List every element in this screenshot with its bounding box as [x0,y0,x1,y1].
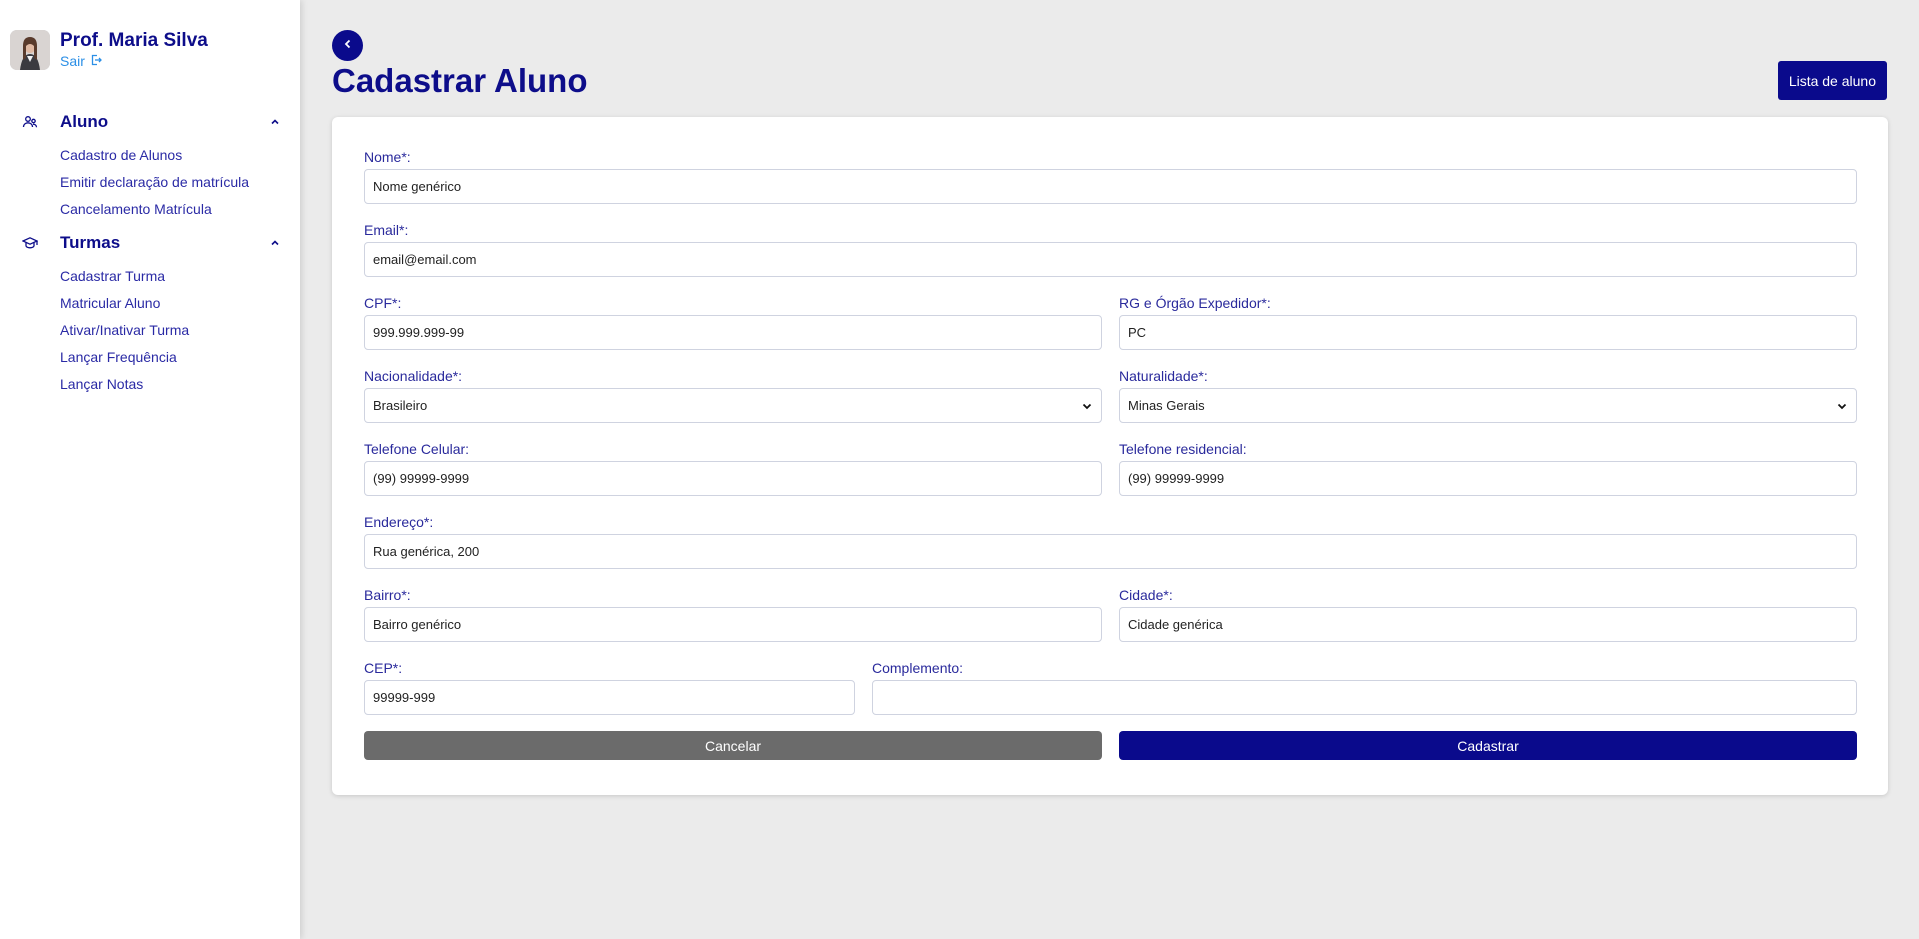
user-profile: Prof. Maria Silva Sair [10,30,208,71]
nav-group-turmas-title: Turmas [60,233,121,252]
naturalidade-select[interactable]: Minas Gerais [1119,388,1857,423]
nav-group-aluno-header[interactable]: Aluno [20,110,282,134]
nav-item-lancar-notas[interactable]: Lançar Notas [60,371,282,398]
users-icon [20,112,40,132]
nav-item-ativar-inativar-turma[interactable]: Ativar/Inativar Turma [60,317,282,344]
bairro-label: Bairro*: [364,587,411,603]
cidade-label: Cidade*: [1119,587,1173,603]
nav-group-turmas: Turmas Cadastrar Turma Matricular Aluno … [20,231,282,398]
nacionalidade-value: Brasileiro [373,398,428,413]
user-name: Prof. Maria Silva [60,30,208,51]
naturalidade-value: Minas Gerais [1128,398,1205,413]
cep-input[interactable]: 99999-999 [364,680,855,715]
nav-group-turmas-header[interactable]: Turmas [20,231,282,255]
rg-input[interactable]: PC [1119,315,1857,350]
nav-group-turmas-items: Cadastrar Turma Matricular Aluno Ativar/… [60,263,282,398]
cep-label: CEP*: [364,660,403,676]
complemento-input[interactable] [872,680,1857,715]
chevron-up-icon [268,236,282,250]
endereco-input[interactable]: Rua genérica, 200 [364,534,1857,569]
logout-icon [90,52,102,70]
nav-item-lancar-frequencia[interactable]: Lançar Frequência [60,344,282,371]
avatar [10,30,50,70]
nome-label: Nome*: [364,149,411,165]
nome-input[interactable]: Nome genérico [364,169,1857,204]
nacionalidade-select[interactable]: Brasileiro [364,388,1102,423]
nacionalidade-label: Nacionalidade*: [364,368,463,384]
student-list-button[interactable]: Lista de aluno [1777,61,1887,100]
residencial-input[interactable]: (99) 99999-9999 [1119,461,1857,496]
nav-item-cadastrar-turma[interactable]: Cadastrar Turma [60,263,282,290]
celular-input[interactable]: (99) 99999-9999 [364,461,1102,496]
cpf-input[interactable]: 999.999.999-99 [364,315,1102,350]
nav-item-cancelamento-matricula[interactable]: Cancelamento Matrícula [60,196,282,223]
complemento-label: Complemento: [872,660,964,676]
submit-button[interactable]: Cadastrar [1119,731,1857,760]
celular-label: Telefone Celular: [364,441,470,457]
cpf-label: CPF*: [364,295,402,311]
nav-item-cadastro-alunos[interactable]: Cadastro de Alunos [60,142,282,169]
chevron-down-icon [1081,400,1093,412]
nav-group-aluno: Aluno Cadastro de Alunos Emitir declaraç… [20,110,282,223]
cancel-button[interactable]: Cancelar [364,731,1102,760]
endereco-label: Endereço*: [364,514,434,530]
sidebar: Prof. Maria Silva Sair Aluno Cadastro de… [0,0,300,939]
nav-group-aluno-title: Aluno [60,112,109,131]
nav-group-aluno-items: Cadastro de Alunos Emitir declaração de … [60,142,282,223]
bairro-input[interactable]: Bairro genérico [364,607,1102,642]
chevron-up-icon [268,115,282,129]
email-input[interactable]: email@email.com [364,242,1857,277]
nav-item-matricular-aluno[interactable]: Matricular Aluno [60,290,282,317]
residencial-label: Telefone residencial: [1119,441,1247,457]
logout-link[interactable]: Sair [60,52,102,70]
logout-label: Sair [60,53,85,69]
nav-item-emitir-declaracao[interactable]: Emitir declaração de matrícula [60,169,282,196]
chevron-down-icon [1836,400,1848,412]
naturalidade-label: Naturalidade*: [1119,368,1208,384]
chevron-left-icon [342,37,354,55]
cidade-input[interactable]: Cidade genérica [1119,607,1857,642]
student-form: Nome*: Nome genérico Email*: email@email… [364,147,1857,760]
email-label: Email*: [364,222,409,238]
graduation-cap-icon [20,233,40,253]
page-title: Cadastrar Aluno [332,62,588,99]
rg-label: RG e Órgão Expedidor*: [1119,295,1271,311]
back-button[interactable] [332,30,363,61]
form-card: Nome*: Nome genérico Email*: email@email… [332,117,1888,795]
